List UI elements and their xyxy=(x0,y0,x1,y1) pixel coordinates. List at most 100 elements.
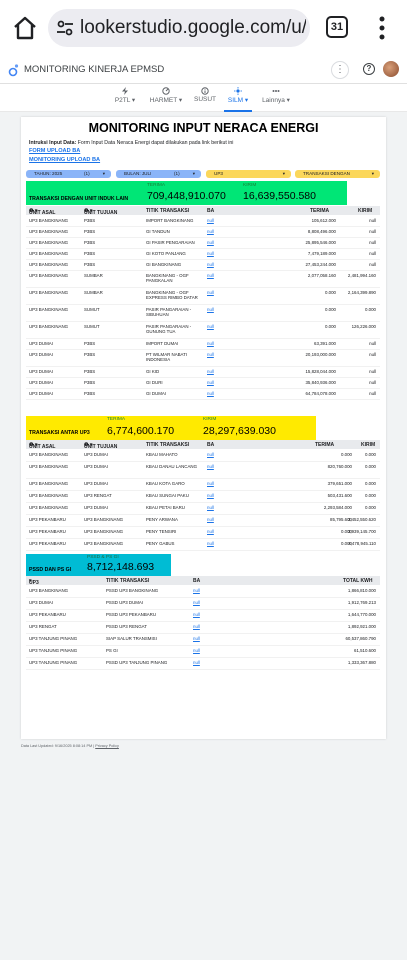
ba-link[interactable]: null xyxy=(193,636,200,641)
home-icon[interactable] xyxy=(12,16,38,40)
col-unit-asal[interactable]: UNIT ASAL ❶ ▾ xyxy=(29,442,55,450)
ba-link[interactable]: null xyxy=(207,380,214,385)
filter-up3[interactable]: UP3 ▾ xyxy=(206,170,291,178)
cell-terima: 503,431.600 xyxy=(327,493,352,498)
scorecard-value: 28,297,639.030 xyxy=(203,425,276,437)
ba-link[interactable]: null xyxy=(207,307,214,312)
tab-susut[interactable]: SUSUT xyxy=(190,84,220,112)
table-row: UP3 DUMAI P3BS PT WILMAR NABATI INDONESIA n… xyxy=(26,350,380,367)
ba-link[interactable]: null xyxy=(207,262,214,267)
col-unit-tujuan[interactable]: UNIT TUJUAN ❶ ▾ xyxy=(84,442,117,450)
help-icon[interactable]: ? xyxy=(363,63,375,75)
cell-titik-transaksi: GI DUMAI xyxy=(146,391,167,396)
section2-title: TRANSAKSI ANTAR UP3 xyxy=(29,430,90,436)
table-row: UP3 DUMAI P3BS GI DURI null 35,840,936.000 nu… xyxy=(26,378,380,389)
tab-lainnya[interactable]: Lainnya ▾ xyxy=(258,84,294,112)
col-unit-asal[interactable]: UNIT ASAL ❶ ▾ xyxy=(29,208,55,216)
ba-link[interactable]: null xyxy=(207,369,214,374)
table-row: UP3 BANGKINANG SUMUT PASIR PANGARAIAN - GU… xyxy=(26,322,380,339)
form-upload-link[interactable]: FORM UPLOAD BA xyxy=(29,148,80,154)
ba-link[interactable]: null xyxy=(207,251,214,256)
cell-titik-transaksi: BANGKINANG - OGF PANGKALAN xyxy=(146,273,189,283)
cell-unit-asal: UP3 BANGKINANG xyxy=(29,324,69,329)
col-ba[interactable]: BA xyxy=(207,442,214,448)
col-ba[interactable]: BA xyxy=(207,208,214,214)
table-row: UP3 BANGKINANG UP3 DUMAI KBAU DANAU LANCAN… xyxy=(26,462,380,479)
ba-link[interactable]: null xyxy=(207,541,214,546)
ba-link[interactable]: null xyxy=(193,612,200,617)
ba-link[interactable]: null xyxy=(207,529,214,534)
ba-link[interactable]: null xyxy=(193,624,200,629)
cell-up3: UP3 TANJUNG PINANG xyxy=(29,648,78,653)
col-ba[interactable]: BA xyxy=(193,578,200,584)
browser-menu-icon[interactable] xyxy=(378,15,386,41)
ba-link[interactable]: null xyxy=(207,481,214,486)
ba-link[interactable]: null xyxy=(193,600,200,605)
ba-link[interactable]: null xyxy=(193,660,200,665)
ba-link[interactable]: null xyxy=(207,352,214,357)
col-terima[interactable]: TERIMA xyxy=(315,442,334,448)
cell-total-kwh: 1,644,770.000 xyxy=(347,612,376,617)
tab-switcher-button[interactable]: 31 xyxy=(326,16,348,38)
col-kirim[interactable]: KIRIM xyxy=(358,208,372,214)
cell-unit-asal: UP3 DUMAI xyxy=(29,341,53,346)
ba-link[interactable]: null xyxy=(193,648,200,653)
col-up3[interactable]: UP3 ▾ xyxy=(29,578,39,586)
cell-titik-transaksi: PENY GABUS xyxy=(146,541,175,546)
ba-link[interactable]: null xyxy=(207,341,214,346)
cell-kirim: null xyxy=(369,229,376,234)
col-terima[interactable]: TERIMA xyxy=(310,208,329,214)
cell-kirim: 0.000 xyxy=(365,493,376,498)
col-kirim[interactable]: KIRIM xyxy=(361,442,375,448)
tab-harmet[interactable]: HARMET ▾ xyxy=(146,84,186,112)
filter-bulan[interactable]: BULAN: JULI (1) ▾ xyxy=(116,170,201,178)
filter-label: BULAN: JULI xyxy=(124,171,152,176)
cell-kirim: null xyxy=(369,391,376,396)
address-bar[interactable]: lookerstudio.google.com/u/0 xyxy=(48,9,310,47)
more-options-button[interactable]: ⋮ xyxy=(331,61,349,79)
ba-link[interactable]: null xyxy=(207,229,214,234)
filter-tahun[interactable]: TAHUN: 2025 (1) ▾ xyxy=(26,170,111,178)
ba-link[interactable]: null xyxy=(207,391,214,396)
cell-titik-transaksi: PSSD UP3 PEKANBARU xyxy=(106,612,157,617)
tab-silm[interactable]: SILM ▾ xyxy=(224,84,252,112)
section2-terima-scorecard: TERIMA 6,774,600.170 xyxy=(105,417,205,439)
ba-link[interactable]: null xyxy=(207,505,214,510)
cell-titik-transaksi: PSSD UP3 DUMAI xyxy=(106,600,144,605)
cell-unit-tujuan: UP3 BANGKINANG xyxy=(84,541,124,546)
cell-total-kwh: 1,912,769.213 xyxy=(347,600,376,605)
monitoring-upload-link[interactable]: MONITORING UPLOAD BA xyxy=(29,157,100,163)
col-total-kwh[interactable]: TOTAL KWH xyxy=(343,578,372,584)
ba-link[interactable]: null xyxy=(207,493,214,498)
table-row: UP3 BANGKINANG PSSD UP3 BANGKINANG null 1,8… xyxy=(26,586,380,598)
filter-transaksi-dengan[interactable]: TRANSAKSI DENGAN ▾ xyxy=(295,170,380,178)
site-settings-icon[interactable] xyxy=(56,19,74,37)
col-titik-transaksi[interactable]: TITIK TRANSAKSI xyxy=(106,578,149,584)
ba-link[interactable]: null xyxy=(207,452,214,457)
tab-p2tl[interactable]: P2TL ▾ xyxy=(108,84,142,112)
ba-link[interactable]: null xyxy=(207,517,214,522)
ba-link[interactable]: null xyxy=(193,588,200,593)
cell-total-kwh: 1,333,367.880 xyxy=(347,660,376,665)
ba-link[interactable]: null xyxy=(207,240,214,245)
cell-titik-transaksi: KBAU DANAU LANCANG xyxy=(146,464,197,469)
table-row: UP3 DUMAI P3BS GI KID null 15,828,044.000 nul… xyxy=(26,367,380,378)
cell-kirim: 4,478,945.110 xyxy=(348,541,376,546)
col-titik-transaksi[interactable]: TITIK TRANSAKSI xyxy=(146,208,189,214)
col-unit-tujuan[interactable]: UNIT TUJUAN ❶ ▾ xyxy=(84,208,117,216)
ba-link[interactable]: null xyxy=(207,218,214,223)
ba-link[interactable]: null xyxy=(207,290,214,295)
privacy-policy-link[interactable]: Privacy Policy xyxy=(95,744,119,748)
section2-table-header: UNIT ASAL ❶ ▾ UNIT TUJUAN ❶ ▾ TITIK TRAN… xyxy=(26,440,380,450)
col-titik-transaksi[interactable]: TITIK TRANSAKSI xyxy=(146,442,189,448)
section1-table-header: UNIT ASAL ❶ ▾ UNIT TUJUAN ❶ ▾ TITIK TRAN… xyxy=(26,206,380,216)
ba-link[interactable]: null xyxy=(207,324,214,329)
filter-label: TAHUN: 2025 xyxy=(34,171,63,176)
ba-link[interactable]: null xyxy=(207,464,214,469)
cell-unit-tujuan: SUMBAR xyxy=(84,273,103,278)
url-text[interactable]: lookerstudio.google.com/u/0 xyxy=(80,17,306,39)
ba-link[interactable]: null xyxy=(207,273,214,278)
avatar[interactable] xyxy=(383,61,399,77)
cell-unit-tujuan: P3BS xyxy=(84,380,96,385)
table-row: UP3 PEKANBARU PSSD UP3 PEKANBARU null 1,644… xyxy=(26,610,380,622)
